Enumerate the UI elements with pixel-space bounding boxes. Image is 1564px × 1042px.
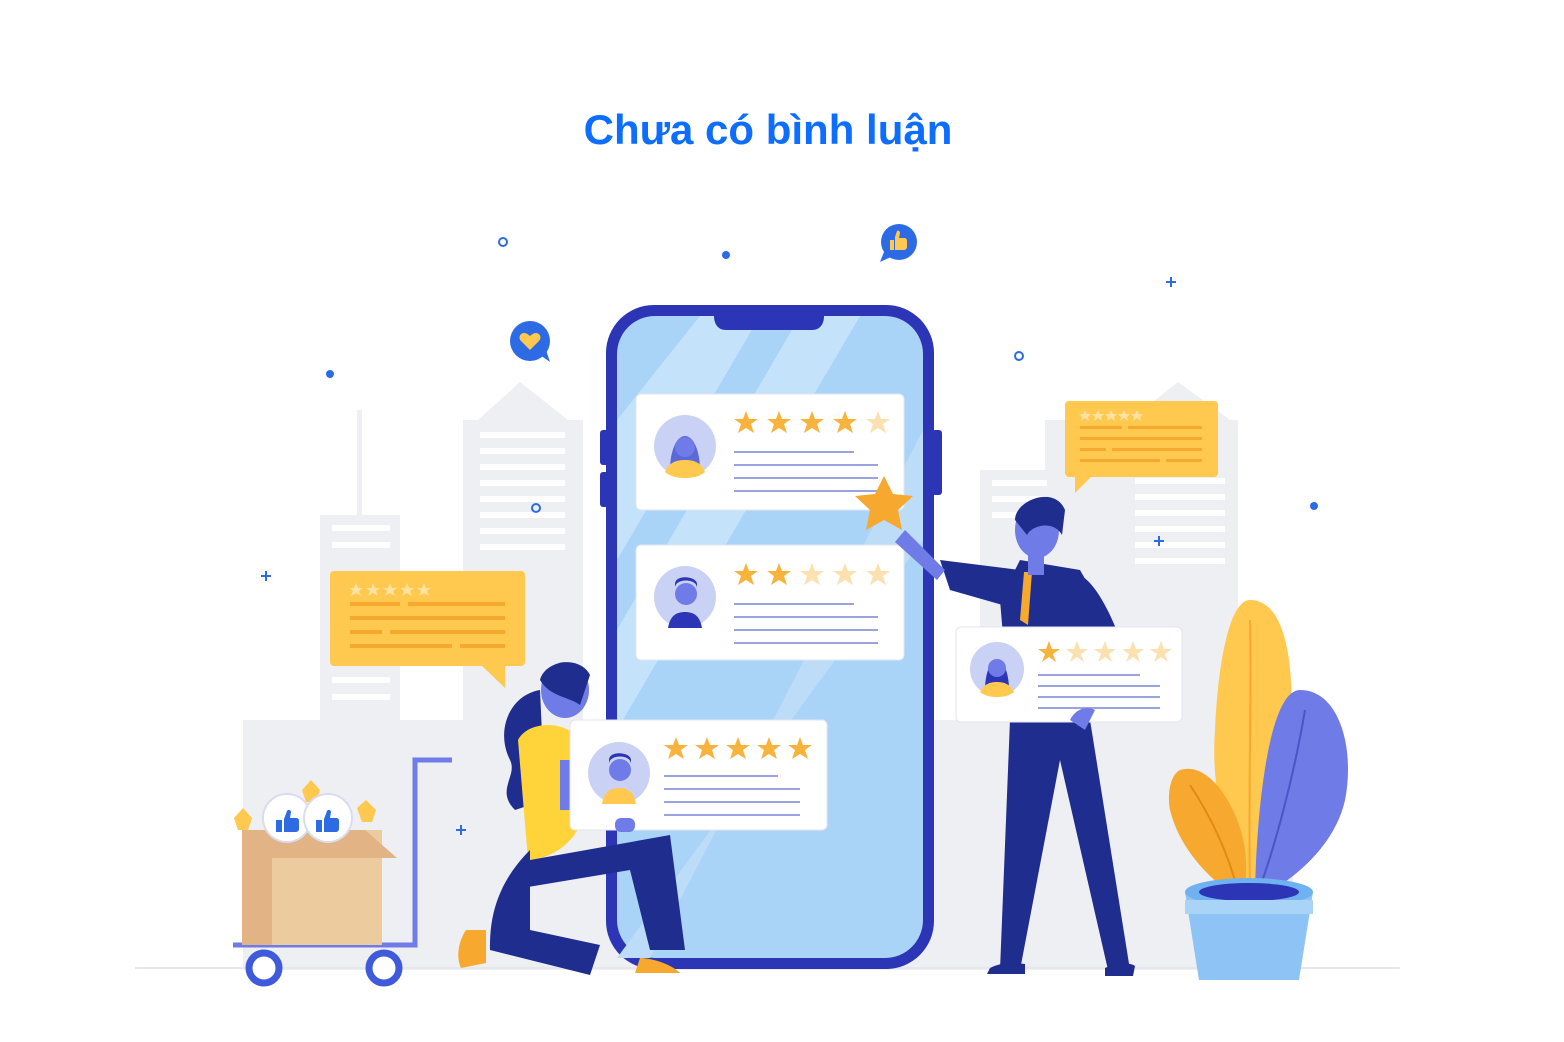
like-bubble-icon bbox=[880, 224, 917, 262]
empty-comments-page: Chưa có bình luận bbox=[0, 0, 1564, 1042]
man-avatar-icon bbox=[654, 566, 716, 628]
review-card-2 bbox=[635, 544, 905, 661]
man-avatar-icon bbox=[588, 742, 650, 804]
review-card-1 bbox=[635, 393, 905, 511]
review-card-4 bbox=[955, 626, 1183, 730]
heart-bubble-icon bbox=[510, 321, 550, 362]
no-comments-illustration bbox=[135, 224, 1400, 987]
review-card-3 bbox=[569, 719, 828, 832]
